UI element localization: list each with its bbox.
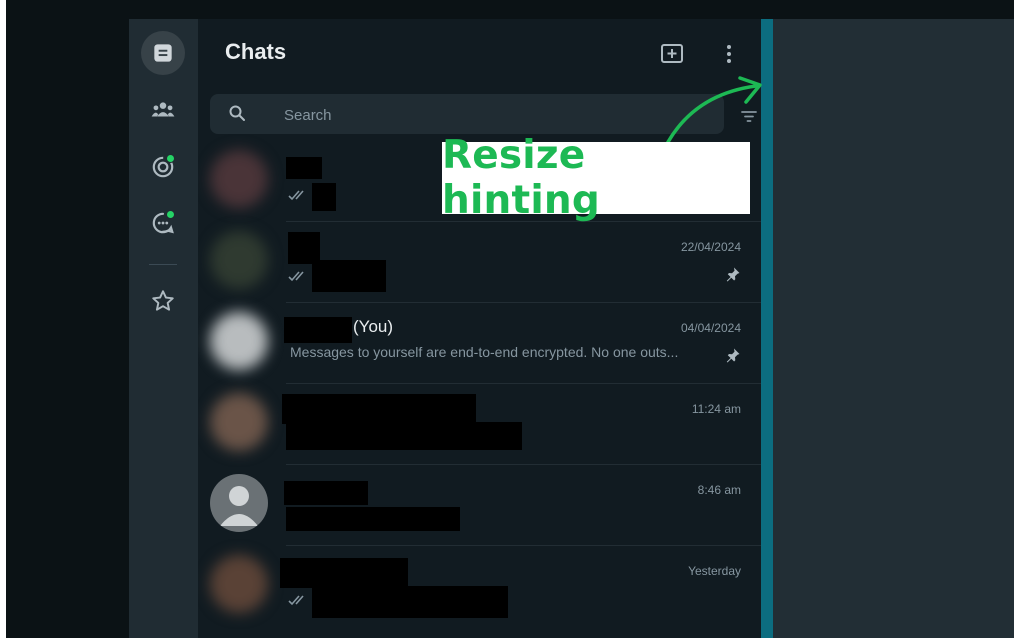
redacted-name — [286, 157, 322, 179]
communities-icon — [151, 102, 175, 117]
menu-icon[interactable] — [722, 40, 736, 68]
annotation-text: Resize hinting — [442, 133, 600, 223]
chat-time: 04/04/2024 — [680, 321, 741, 335]
conversation-panel — [773, 19, 1014, 638]
redacted-preview — [286, 422, 522, 450]
annotation-label: Resize hinting — [442, 133, 750, 223]
app-window: Chats Search 22/04/2024 (You) 04/04/2024… — [6, 0, 1014, 638]
new-chat-icon[interactable] — [658, 40, 688, 68]
channels-unread-dot — [166, 210, 175, 219]
default-avatar-icon — [220, 486, 258, 526]
chat-row[interactable]: 11:24 am — [198, 384, 761, 465]
page-title: Chats — [225, 39, 287, 64]
redacted-name — [282, 394, 476, 424]
rail-starred-button[interactable] — [141, 279, 185, 323]
read-ticks-icon — [288, 595, 304, 606]
redacted-name — [280, 558, 408, 588]
chat-row[interactable]: (You) 04/04/2024 Messages to yourself ar… — [198, 303, 761, 384]
status-unread-dot — [166, 154, 175, 163]
avatar — [210, 312, 268, 370]
redacted-preview — [312, 586, 508, 618]
top-strip — [6, 0, 1014, 19]
chat-preview: Messages to yourself are end-to-end encr… — [290, 344, 679, 360]
chat-row[interactable]: Yesterday — [198, 546, 761, 627]
avatar — [210, 474, 268, 532]
rail-status-button[interactable] — [141, 145, 185, 189]
search-box[interactable] — [210, 94, 724, 136]
chat-row[interactable]: 8:46 am — [198, 465, 761, 546]
chat-time: 22/04/2024 — [680, 240, 741, 254]
search-input[interactable] — [282, 94, 706, 136]
redacted-preview — [312, 260, 386, 292]
chat-row[interactable]: 22/04/2024 — [198, 222, 761, 303]
rail-chats-button[interactable] — [141, 31, 185, 75]
redacted-preview — [312, 183, 336, 211]
pin-icon — [726, 267, 740, 282]
chat-name-suffix: (You) — [353, 317, 394, 336]
avatar — [210, 393, 268, 451]
avatar — [210, 231, 268, 289]
left-background — [6, 0, 129, 638]
search-icon — [229, 105, 245, 121]
rail-divider — [149, 264, 177, 265]
chats-icon — [154, 44, 172, 62]
avatar — [210, 150, 268, 208]
redacted-name — [284, 481, 368, 505]
read-ticks-icon — [288, 271, 304, 282]
nav-rail — [129, 19, 198, 638]
read-ticks-icon — [288, 190, 304, 201]
rail-communities-button[interactable] — [141, 88, 185, 132]
redacted-preview — [286, 507, 460, 531]
starred-icon — [152, 290, 174, 311]
avatar — [210, 555, 268, 613]
redacted-name — [284, 317, 352, 343]
rail-channels-button[interactable] — [141, 201, 185, 245]
pin-icon — [726, 348, 740, 363]
chat-time: 11:24 am — [691, 402, 741, 416]
chat-time: 8:46 am — [697, 483, 741, 497]
chat-time: Yesterday — [688, 564, 741, 578]
